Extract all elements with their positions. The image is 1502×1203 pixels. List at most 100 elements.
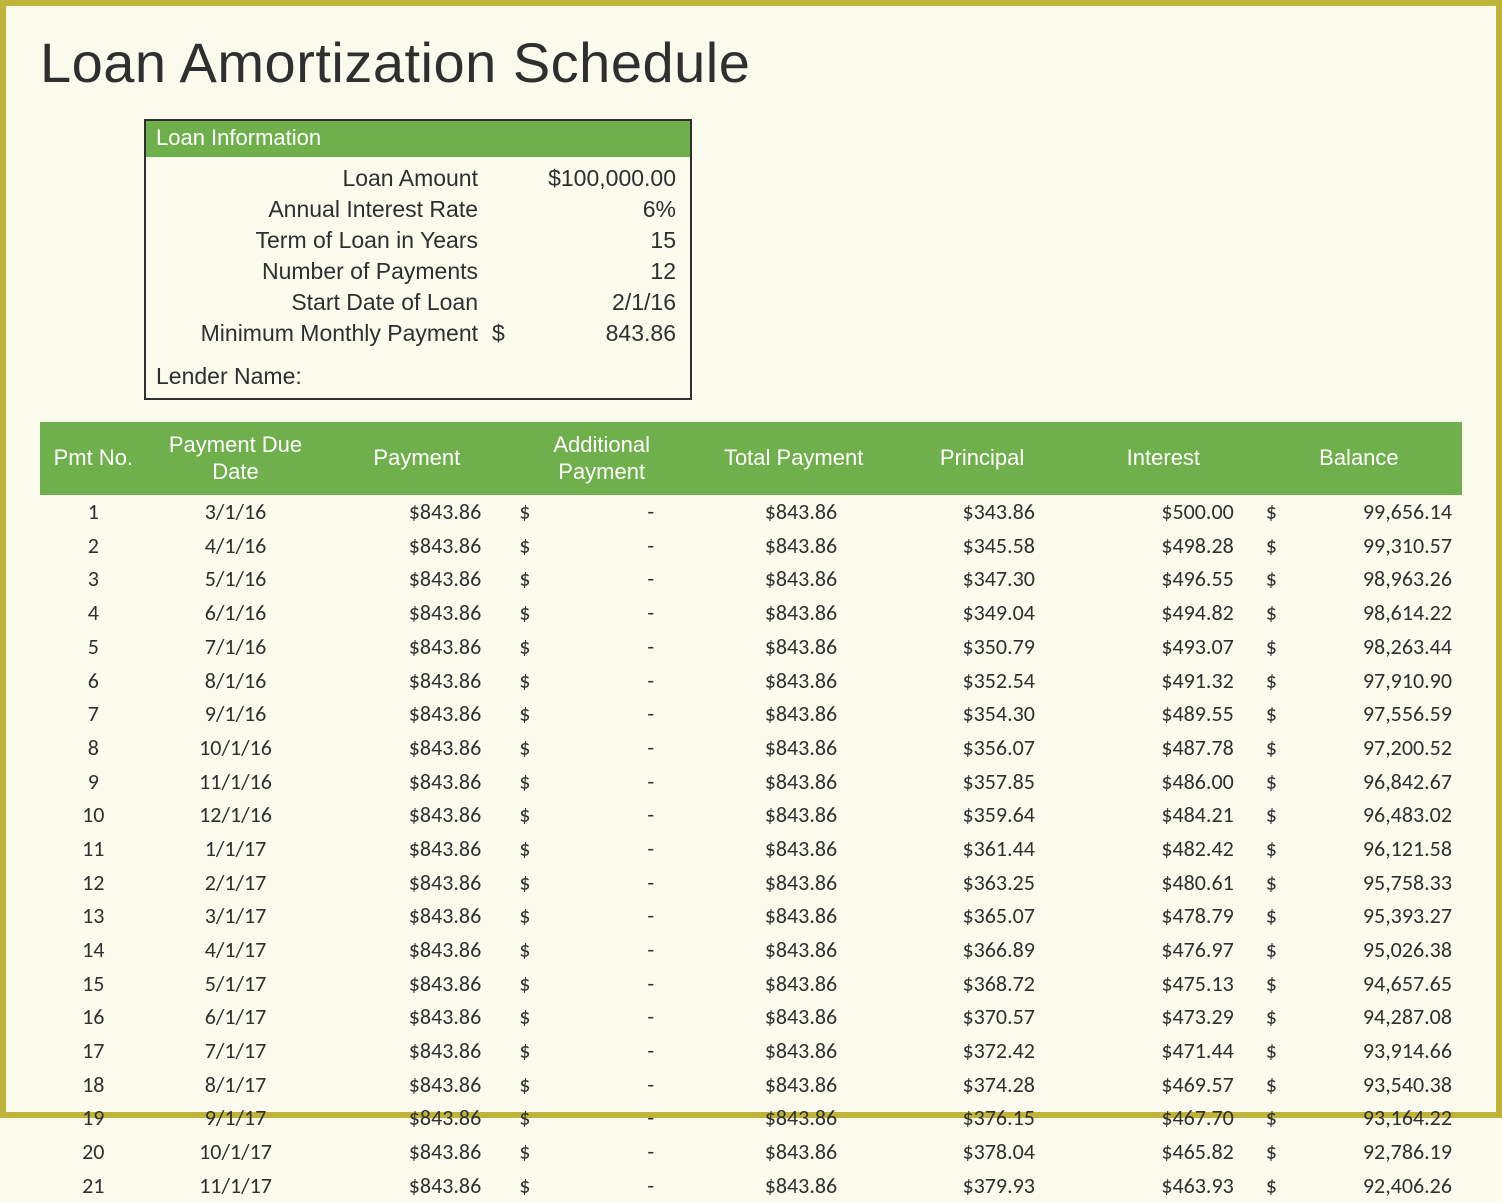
info-label: Loan Amount <box>152 163 492 194</box>
cell-balance: $98,614.22 <box>1256 596 1462 630</box>
cell-additional: $- <box>509 630 694 664</box>
info-value: $ 843.86 <box>492 318 676 349</box>
cell-pmt-no: 8 <box>40 731 147 765</box>
cell-total: $843.86 <box>694 562 893 596</box>
cell-balance: $99,310.57 <box>1256 529 1462 563</box>
cell-due-date: 11/1/16 <box>147 765 325 799</box>
cell-principal: $379.93 <box>893 1169 1071 1203</box>
info-value: 12 <box>492 256 676 287</box>
cell-payment: $843.86 <box>324 1034 509 1068</box>
cell-interest: $494.82 <box>1071 596 1256 630</box>
cell-due-date: 6/1/17 <box>147 1000 325 1034</box>
table-row: 810/1/16$843.86$-$843.86$356.07$487.78$9… <box>40 731 1462 765</box>
cell-additional: $- <box>509 1169 694 1203</box>
cell-balance: $99,656.14 <box>1256 495 1462 529</box>
cell-due-date: 12/1/16 <box>147 798 325 832</box>
cell-due-date: 4/1/17 <box>147 933 325 967</box>
cell-principal: $356.07 <box>893 731 1071 765</box>
cell-interest: $473.29 <box>1071 1000 1256 1034</box>
table-row: 166/1/17$843.86$-$843.86$370.57$473.29$9… <box>40 1000 1462 1034</box>
cell-balance: $92,406.26 <box>1256 1169 1462 1203</box>
cell-balance: $94,287.08 <box>1256 1000 1462 1034</box>
cell-additional: $- <box>509 1135 694 1169</box>
cell-additional: $- <box>509 495 694 529</box>
cell-total: $843.86 <box>694 596 893 630</box>
cell-principal: $347.30 <box>893 562 1071 596</box>
table-row: 199/1/17$843.86$-$843.86$376.15$467.70$9… <box>40 1101 1462 1135</box>
cell-payment: $843.86 <box>324 899 509 933</box>
table-row: 57/1/16$843.86$-$843.86$350.79$493.07$98… <box>40 630 1462 664</box>
cell-total: $843.86 <box>694 899 893 933</box>
cell-payment: $843.86 <box>324 1000 509 1034</box>
currency-symbol: $ <box>492 318 505 349</box>
amortization-table-container: Pmt No. Payment Due Date Payment Additio… <box>40 422 1462 1202</box>
cell-pmt-no: 5 <box>40 630 147 664</box>
cell-additional: $- <box>509 933 694 967</box>
cell-pmt-no: 11 <box>40 832 147 866</box>
cell-total: $843.86 <box>694 967 893 1001</box>
cell-pmt-no: 20 <box>40 1135 147 1169</box>
cell-additional: $- <box>509 1000 694 1034</box>
info-row-annual-rate: Annual Interest Rate 6% <box>146 194 690 225</box>
cell-additional: $- <box>509 596 694 630</box>
cell-total: $843.86 <box>694 664 893 698</box>
info-row-term: Term of Loan in Years 15 <box>146 225 690 256</box>
cell-additional: $- <box>509 765 694 799</box>
cell-total: $843.86 <box>694 933 893 967</box>
cell-additional: $- <box>509 832 694 866</box>
cell-additional: $- <box>509 866 694 900</box>
cell-pmt-no: 17 <box>40 1034 147 1068</box>
info-row-min-payment: Minimum Monthly Payment $ 843.86 <box>146 318 690 349</box>
cell-interest: $498.28 <box>1071 529 1256 563</box>
cell-payment: $843.86 <box>324 1169 509 1203</box>
cell-principal: $361.44 <box>893 832 1071 866</box>
cell-total: $843.86 <box>694 529 893 563</box>
cell-additional: $- <box>509 798 694 832</box>
table-row: 24/1/16$843.86$-$843.86$345.58$498.28$99… <box>40 529 1462 563</box>
table-row: 35/1/16$843.86$-$843.86$347.30$496.55$98… <box>40 562 1462 596</box>
cell-payment: $843.86 <box>324 596 509 630</box>
cell-payment: $843.86 <box>324 1068 509 1102</box>
cell-due-date: 4/1/16 <box>147 529 325 563</box>
cell-additional: $- <box>509 967 694 1001</box>
table-row: 122/1/17$843.86$-$843.86$363.25$480.61$9… <box>40 866 1462 900</box>
loan-info-header: Loan Information <box>146 121 690 157</box>
col-balance: Balance <box>1256 422 1462 495</box>
cell-due-date: 9/1/17 <box>147 1101 325 1135</box>
cell-total: $843.86 <box>694 765 893 799</box>
col-pmt-no: Pmt No. <box>40 422 147 495</box>
col-payment: Payment <box>324 422 509 495</box>
cell-pmt-no: 15 <box>40 967 147 1001</box>
cell-principal: $343.86 <box>893 495 1071 529</box>
col-due-date: Payment Due Date <box>147 422 325 495</box>
cell-total: $843.86 <box>694 731 893 765</box>
cell-balance: $92,786.19 <box>1256 1135 1462 1169</box>
cell-payment: $843.86 <box>324 664 509 698</box>
info-row-num-payments: Number of Payments 12 <box>146 256 690 287</box>
cell-balance: $93,164.22 <box>1256 1101 1462 1135</box>
cell-due-date: 8/1/16 <box>147 664 325 698</box>
cell-pmt-no: 21 <box>40 1169 147 1203</box>
cell-total: $843.86 <box>694 1101 893 1135</box>
cell-payment: $843.86 <box>324 697 509 731</box>
table-row: 177/1/17$843.86$-$843.86$372.42$471.44$9… <box>40 1034 1462 1068</box>
cell-due-date: 3/1/17 <box>147 899 325 933</box>
cell-payment: $843.86 <box>324 495 509 529</box>
cell-total: $843.86 <box>694 832 893 866</box>
info-label: Term of Loan in Years <box>152 225 492 256</box>
cell-balance: $98,963.26 <box>1256 562 1462 596</box>
cell-balance: $97,556.59 <box>1256 697 1462 731</box>
table-row: 68/1/16$843.86$-$843.86$352.54$491.32$97… <box>40 664 1462 698</box>
cell-principal: $376.15 <box>893 1101 1071 1135</box>
cell-additional: $- <box>509 899 694 933</box>
cell-due-date: 1/1/17 <box>147 832 325 866</box>
cell-interest: $475.13 <box>1071 967 1256 1001</box>
cell-payment: $843.86 <box>324 967 509 1001</box>
loan-info-body: Loan Amount $100,000.00 Annual Interest … <box>146 157 690 355</box>
cell-pmt-no: 9 <box>40 765 147 799</box>
cell-balance: $94,657.65 <box>1256 967 1462 1001</box>
col-interest: Interest <box>1071 422 1256 495</box>
cell-payment: $843.86 <box>324 1135 509 1169</box>
cell-total: $843.86 <box>694 1000 893 1034</box>
info-label: Annual Interest Rate <box>152 194 492 225</box>
